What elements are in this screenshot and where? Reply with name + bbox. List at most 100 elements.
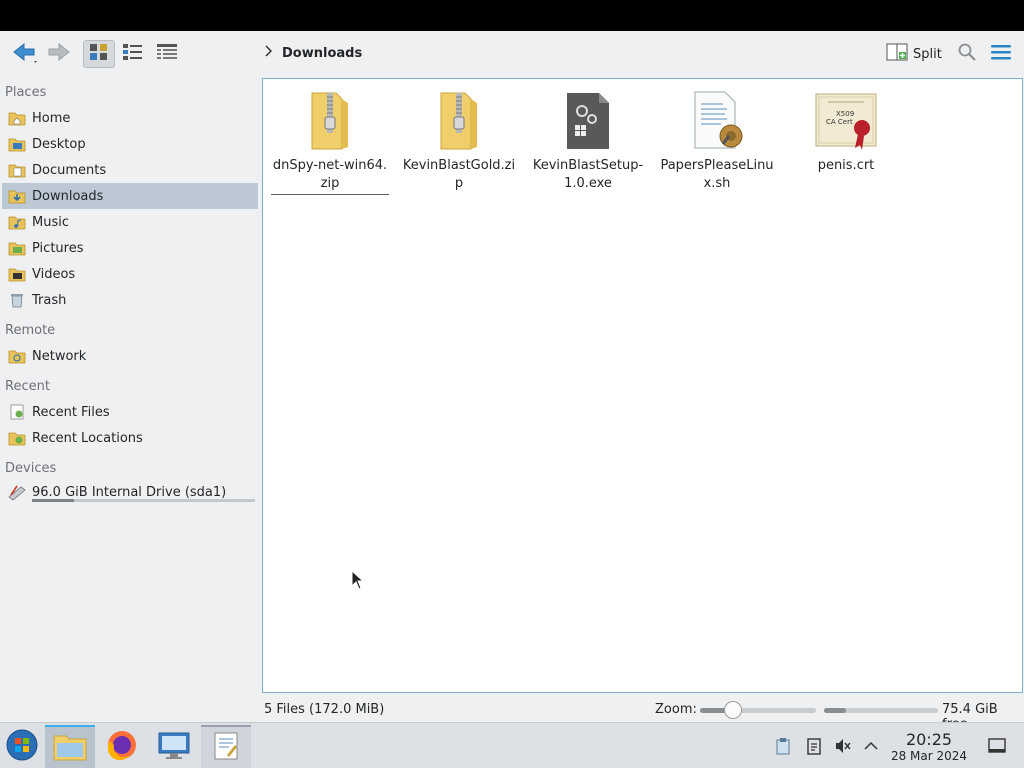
hard-drive-icon bbox=[7, 482, 27, 502]
digital-clock[interactable]: 20:25 28 Mar 2024 bbox=[888, 731, 970, 764]
file-item[interactable]: PapersPleaseLinux.sh bbox=[658, 89, 776, 193]
search-icon bbox=[957, 42, 977, 66]
file-view[interactable]: dnSpy-net-win64.zip KevinBlastGold.zip K… bbox=[262, 78, 1023, 693]
sidebar-item-downloads[interactable]: Downloads bbox=[2, 183, 258, 209]
split-label: Split bbox=[913, 46, 942, 62]
sidebar-item-home[interactable]: Home bbox=[2, 105, 258, 131]
sidebar-item-label: Recent Locations bbox=[32, 430, 143, 446]
clipboard-icon[interactable] bbox=[774, 737, 792, 755]
task-firefox[interactable] bbox=[97, 725, 147, 768]
icons-view-button[interactable] bbox=[83, 40, 115, 68]
arrow-right-icon bbox=[46, 41, 72, 67]
sidebar-item-recent-locations[interactable]: Recent Locations bbox=[2, 425, 258, 451]
split-view-icon bbox=[886, 42, 908, 66]
file-item[interactable]: KevinBlastSetup-1.0.exe bbox=[529, 89, 647, 193]
firefox-icon bbox=[106, 729, 138, 765]
file-name: penis.crt bbox=[817, 158, 875, 173]
downloads-folder-icon bbox=[7, 186, 27, 206]
recent-locations-icon bbox=[7, 428, 27, 448]
task-file-manager[interactable] bbox=[45, 725, 95, 768]
details-view-icon bbox=[156, 43, 178, 65]
pictures-folder-icon bbox=[7, 238, 27, 258]
chevron-up-icon[interactable] bbox=[862, 737, 880, 755]
sidebar-item-recent-files[interactable]: Recent Files bbox=[2, 399, 258, 425]
trash-icon bbox=[7, 290, 27, 310]
start-orb-icon bbox=[5, 728, 39, 766]
details-view-button[interactable] bbox=[152, 40, 182, 68]
file-manager-icon bbox=[53, 731, 87, 765]
sidebar-item-videos[interactable]: Videos bbox=[2, 261, 258, 287]
sidebar-item-label: Trash bbox=[32, 292, 67, 308]
sidebar-item-label: Home bbox=[32, 110, 71, 126]
icons-view-icon bbox=[89, 43, 109, 65]
free-space-bar bbox=[824, 708, 938, 713]
file-item[interactable]: X509 CA Cert penis.crt bbox=[787, 89, 905, 175]
documents-folder-icon bbox=[7, 160, 27, 180]
breadcrumb-item-downloads[interactable]: Downloads bbox=[282, 46, 362, 61]
menu-button[interactable] bbox=[987, 40, 1015, 68]
start-button[interactable] bbox=[0, 725, 44, 768]
section-title-recent: Recent bbox=[5, 379, 50, 394]
back-button[interactable] bbox=[8, 40, 40, 68]
zoom-label: Zoom: bbox=[655, 702, 697, 717]
drive-usage-bar bbox=[32, 499, 255, 502]
sidebar-item-label: Pictures bbox=[32, 240, 84, 256]
forward-button[interactable] bbox=[44, 40, 74, 68]
file-name: KevinBlastSetup-1.0.exe bbox=[532, 158, 644, 191]
status-bar: 5 Files (172.0 MiB) Zoom: 75.4 GiB free bbox=[0, 698, 1024, 732]
sidebar-item-desktop[interactable]: Desktop bbox=[2, 131, 258, 157]
taskbar: 20:25 28 Mar 2024 bbox=[0, 722, 1024, 768]
shell-script-icon bbox=[685, 89, 749, 153]
hamburger-menu-icon bbox=[991, 44, 1011, 64]
toolbar: Downloads Split bbox=[0, 31, 1024, 77]
zip-archive-icon bbox=[427, 89, 491, 153]
volume-muted-icon[interactable] bbox=[834, 737, 852, 755]
split-button[interactable]: Split bbox=[886, 42, 942, 66]
sidebar-item-documents[interactable]: Documents bbox=[2, 157, 258, 183]
task-system-settings[interactable] bbox=[149, 725, 199, 768]
show-desktop-icon[interactable] bbox=[988, 737, 1006, 755]
sidebar-item-trash[interactable]: Trash bbox=[2, 287, 258, 313]
zip-archive-icon bbox=[298, 89, 362, 153]
sidebar-item-network[interactable]: Network bbox=[2, 343, 258, 369]
sidebar-item-label: Downloads bbox=[32, 188, 104, 204]
svg-text:X509: X509 bbox=[836, 110, 854, 118]
notes-icon[interactable] bbox=[805, 737, 823, 755]
sidebar-item-pictures[interactable]: Pictures bbox=[2, 235, 258, 261]
task-text-editor[interactable] bbox=[201, 725, 251, 768]
system-settings-icon bbox=[157, 730, 191, 764]
clock-date: 28 Mar 2024 bbox=[890, 749, 968, 763]
free-space-fill bbox=[824, 708, 846, 713]
sidebar-item-label: 96.0 GiB Internal Drive (sda1) bbox=[32, 484, 227, 500]
compact-view-button[interactable] bbox=[118, 40, 148, 68]
certificate-icon: X509 CA Cert bbox=[814, 89, 878, 153]
text-editor-icon bbox=[213, 731, 239, 765]
home-folder-icon bbox=[7, 108, 27, 128]
section-title-devices: Devices bbox=[5, 461, 57, 476]
file-item[interactable]: dnSpy-net-win64.zip bbox=[271, 89, 389, 195]
svg-text:CA Cert: CA Cert bbox=[826, 118, 853, 126]
places-panel: Places Home Desktop Documents Downloads … bbox=[0, 78, 262, 698]
file-item[interactable]: KevinBlastGold.zip bbox=[400, 89, 518, 193]
sidebar-item-music[interactable]: Music bbox=[2, 209, 258, 235]
section-title-remote: Remote bbox=[5, 323, 56, 338]
network-folder-icon bbox=[7, 346, 27, 366]
arrow-left-icon bbox=[11, 41, 37, 67]
chevron-right-icon bbox=[264, 45, 273, 61]
recent-files-icon bbox=[7, 402, 27, 422]
zoom-slider[interactable] bbox=[700, 708, 816, 713]
file-name: KevinBlastGold.zip bbox=[402, 158, 516, 191]
sidebar-item-label: Desktop bbox=[32, 136, 86, 152]
breadcrumb[interactable]: Downloads bbox=[264, 45, 362, 61]
search-button[interactable] bbox=[954, 40, 980, 68]
compact-view-icon bbox=[122, 43, 144, 65]
file-name: PapersPleaseLinux.sh bbox=[660, 158, 774, 191]
sidebar-item-label: Videos bbox=[32, 266, 76, 282]
music-folder-icon bbox=[7, 212, 27, 232]
title-bar bbox=[0, 0, 1024, 31]
drive-usage-fill bbox=[32, 499, 75, 502]
videos-folder-icon bbox=[7, 264, 27, 284]
sidebar-item-label: Music bbox=[32, 214, 69, 230]
executable-icon bbox=[556, 89, 620, 153]
zoom-slider-handle[interactable] bbox=[724, 701, 742, 719]
